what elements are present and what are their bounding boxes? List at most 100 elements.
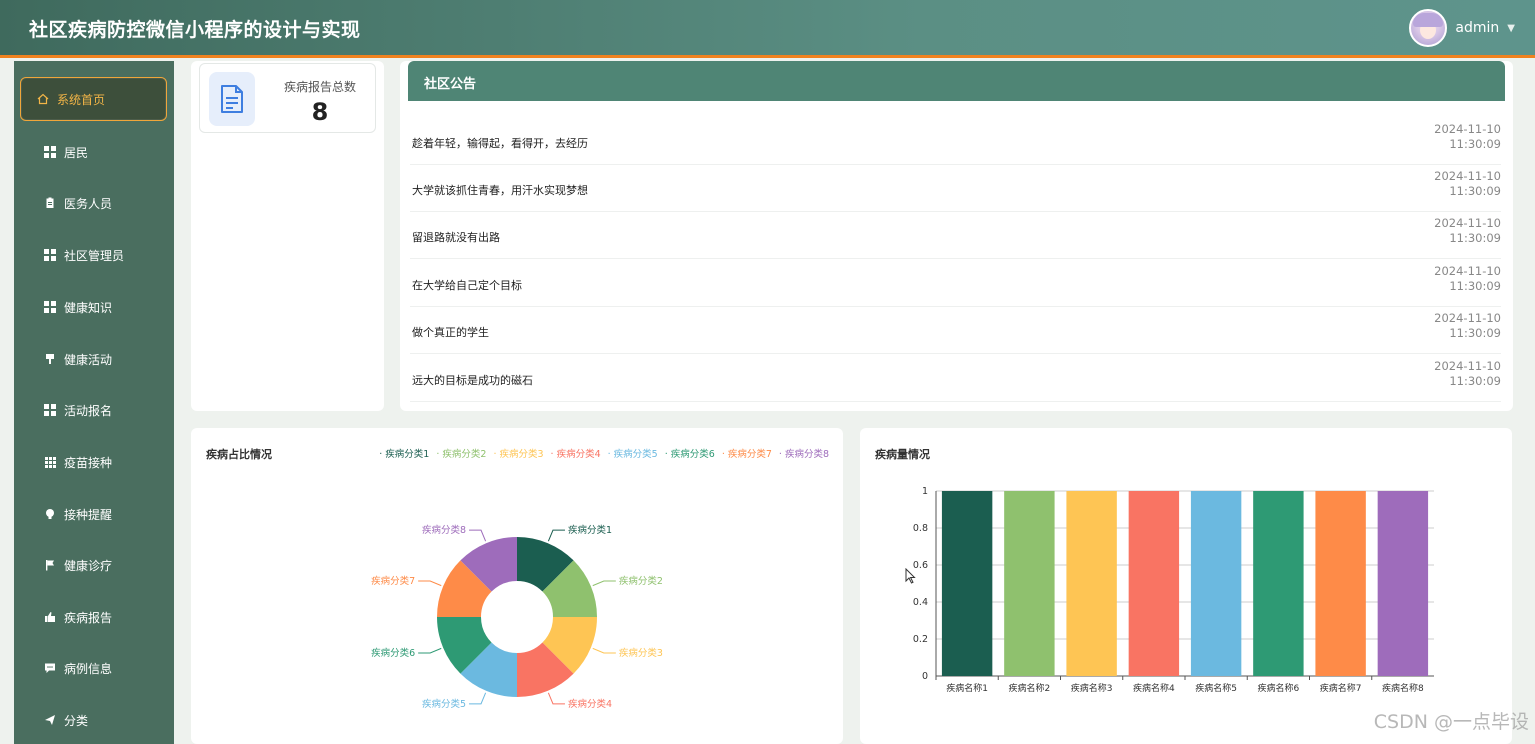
x-tick-label: 疾病名称8 bbox=[1382, 682, 1424, 694]
bar-chart: 00.20.40.60.81疾病名称1 疾病名称2 疾病名称3 疾病名称4 疾病名称5 疾… bbox=[913, 486, 1434, 694]
bar[interactable] bbox=[1128, 491, 1180, 676]
x-tick-label: 疾病名称6 bbox=[1258, 682, 1300, 694]
notice-title: 社区公告 bbox=[408, 61, 1505, 101]
grid-icon bbox=[44, 146, 56, 158]
notice-time: 2024-11-10 11:30:09 bbox=[1434, 122, 1501, 151]
y-tick-label: 0.4 bbox=[913, 597, 928, 608]
notice-text[interactable]: 大学就该抓住青春，用汗水实现梦想 bbox=[412, 182, 588, 198]
sidebar-item-label: 接种提醒 bbox=[64, 507, 113, 522]
caret-down-icon[interactable]: ▼ bbox=[1507, 23, 1515, 34]
notice-card: 社区公告 趁着年轻，输得起，看得开，去经历 2024-11-10 11:30:09… bbox=[400, 61, 1513, 411]
notice-time: 2024-11-10 11:30:09 bbox=[1434, 169, 1501, 198]
stat-label: 疾病报告总数 bbox=[283, 80, 356, 94]
bar[interactable] bbox=[1004, 491, 1055, 676]
avatar[interactable] bbox=[1409, 9, 1448, 47]
sidebar-item-category[interactable]: 分类 bbox=[14, 698, 174, 742]
sidebar-item-vaccination[interactable]: 疫苗接种 bbox=[14, 440, 174, 484]
stat-card: 疾病报告总数 8 bbox=[191, 61, 384, 411]
sidebar-item-label: 分类 bbox=[64, 713, 89, 728]
app-title: 社区疾病防控微信小程序的设计与实现 bbox=[29, 19, 361, 41]
notice-time: 2024-11-10 11:30:09 bbox=[1434, 216, 1501, 245]
sidebar-item-label: 疫苗接种 bbox=[64, 455, 113, 470]
bar[interactable] bbox=[1190, 491, 1242, 676]
pie-label-line bbox=[547, 529, 565, 542]
grid-icon bbox=[44, 404, 56, 416]
list-item[interactable]: 趁着年轻，输得起，看得开，去经历 2024-11-10 11:30:09 bbox=[410, 118, 1501, 165]
notice-time: 2024-11-10 11:30:09 bbox=[1434, 359, 1501, 388]
pie-label-line bbox=[592, 647, 616, 654]
bar[interactable] bbox=[1066, 491, 1117, 676]
username[interactable]: admin bbox=[1455, 20, 1499, 36]
list-item[interactable]: 做个真正的学生 2024-11-10 11:30:09 bbox=[410, 307, 1501, 354]
pie-label-line bbox=[592, 580, 616, 587]
bar[interactable] bbox=[1315, 491, 1366, 676]
grid9-icon bbox=[44, 456, 56, 468]
stat-value: 8 bbox=[311, 98, 329, 126]
list-item[interactable]: 在大学给自己定个目标 2024-11-10 11:30:09 bbox=[410, 260, 1501, 307]
pie-label-line bbox=[547, 692, 565, 705]
sidebar-item-case-info[interactable]: 病例信息 bbox=[14, 646, 174, 690]
sidebar-item-health-activities[interactable]: 健康活动 bbox=[14, 337, 174, 381]
list-item[interactable]: 留退路就没有出路 2024-11-10 11:30:09 bbox=[410, 212, 1501, 259]
bulb-icon bbox=[44, 508, 56, 520]
sidebar-item-label: 居民 bbox=[64, 145, 89, 160]
bar[interactable] bbox=[1377, 491, 1429, 676]
sidebar-item-disease-report[interactable]: 疾病报告 bbox=[14, 595, 174, 639]
disease-count-card: 疾病量情况 0 0.2 0.4 0.6 0.8 1 疾病名称1 疾病名称2 疾病名称3 疾病名称4… bbox=[860, 428, 1512, 744]
sidebar-item-home[interactable]: 系统首页 bbox=[20, 77, 167, 121]
sidebar-item-medical-staff[interactable]: 医务人员 bbox=[14, 181, 174, 225]
pie-label: 疾病分类6 bbox=[371, 647, 415, 659]
pie-label-line bbox=[418, 580, 442, 587]
pie-label: 疾病分类2 bbox=[619, 575, 663, 587]
thumb-icon bbox=[44, 611, 56, 623]
notice-text[interactable]: 在大学给自己定个目标 bbox=[412, 277, 522, 293]
brush-icon bbox=[44, 353, 56, 365]
pie-chart: 疾病分类1 疾病分类2 疾病分类3 疾病分类4 疾病分类5 疾病分类6 疾病分类7 疾病分类8 bbox=[371, 524, 663, 710]
sidebar-item-label: 活动报名 bbox=[64, 403, 113, 418]
chat-icon bbox=[44, 662, 56, 674]
grid-icon bbox=[44, 301, 56, 313]
notice-text[interactable]: 远大的目标是成功的磁石 bbox=[412, 372, 533, 388]
sidebar-item-vaccine-reminder[interactable]: 接种提醒 bbox=[14, 492, 174, 536]
mouse-cursor-icon bbox=[905, 568, 916, 584]
sidebar-item-label: 健康活动 bbox=[64, 352, 113, 367]
x-tick-label: 疾病名称7 bbox=[1320, 682, 1362, 694]
top-header: 社区疾病防控微信小程序的设计与实现 admin ▼ bbox=[0, 0, 1535, 58]
sidebar-item-health-treatment[interactable]: 健康诊疗 bbox=[14, 543, 174, 587]
y-tick-label: 0 bbox=[922, 671, 928, 682]
pie-label: 疾病分类7 bbox=[371, 575, 415, 587]
pie-label-line bbox=[469, 692, 487, 705]
list-item[interactable]: 远大的目标是成功的磁石 2024-11-10 11:30:09 bbox=[410, 355, 1501, 402]
notice-text[interactable]: 留退路就没有出路 bbox=[412, 229, 500, 245]
sidebar-item-label: 系统首页 bbox=[57, 92, 106, 107]
x-tick-label: 疾病名称4 bbox=[1133, 682, 1175, 694]
document-icon bbox=[209, 72, 255, 126]
home-icon bbox=[37, 93, 49, 105]
sidebar-item-residents[interactable]: 居民 bbox=[14, 130, 174, 174]
sidebar-item-health-knowledge[interactable]: 健康知识 bbox=[14, 285, 174, 329]
sidebar-item-label: 疾病报告 bbox=[64, 610, 113, 625]
bar[interactable] bbox=[941, 491, 993, 676]
sidebar-item-admins[interactable]: 社区管理员 bbox=[14, 233, 174, 277]
y-tick-label: 0.2 bbox=[913, 634, 928, 645]
notice-text[interactable]: 趁着年轻，输得起，看得开，去经历 bbox=[412, 135, 588, 151]
pie-label-line bbox=[469, 529, 487, 542]
pie-label: 疾病分类3 bbox=[619, 647, 663, 659]
sidebar: 系统首页 居民 医务人员 社区管理员 健康知识 健康活动 活动报名 疫苗接种 接… bbox=[14, 61, 174, 744]
pie-label: 疾病分类4 bbox=[568, 698, 612, 710]
watermark: CSDN @一点毕设 bbox=[1373, 711, 1529, 733]
x-tick-label: 疾病名称3 bbox=[1071, 682, 1113, 694]
notice-text[interactable]: 做个真正的学生 bbox=[412, 324, 489, 340]
sidebar-item-activity-signup[interactable]: 活动报名 bbox=[14, 388, 174, 432]
notice-time: 2024-11-10 11:30:09 bbox=[1434, 264, 1501, 293]
notice-time: 2024-11-10 11:30:09 bbox=[1434, 311, 1501, 340]
bar[interactable] bbox=[1253, 491, 1304, 676]
pie-label: 疾病分类5 bbox=[422, 698, 466, 710]
pie-label: 疾病分类8 bbox=[422, 524, 466, 536]
x-tick-label: 疾病名称2 bbox=[1009, 682, 1051, 694]
list-item[interactable]: 大学就该抓住青春，用汗水实现梦想 2024-11-10 11:30:09 bbox=[410, 165, 1501, 212]
sidebar-item-label: 健康知识 bbox=[64, 300, 113, 315]
user-menu[interactable]: admin ▼ bbox=[1409, 9, 1515, 47]
clipboard-icon bbox=[44, 197, 56, 209]
sidebar-item-label: 健康诊疗 bbox=[64, 558, 113, 573]
